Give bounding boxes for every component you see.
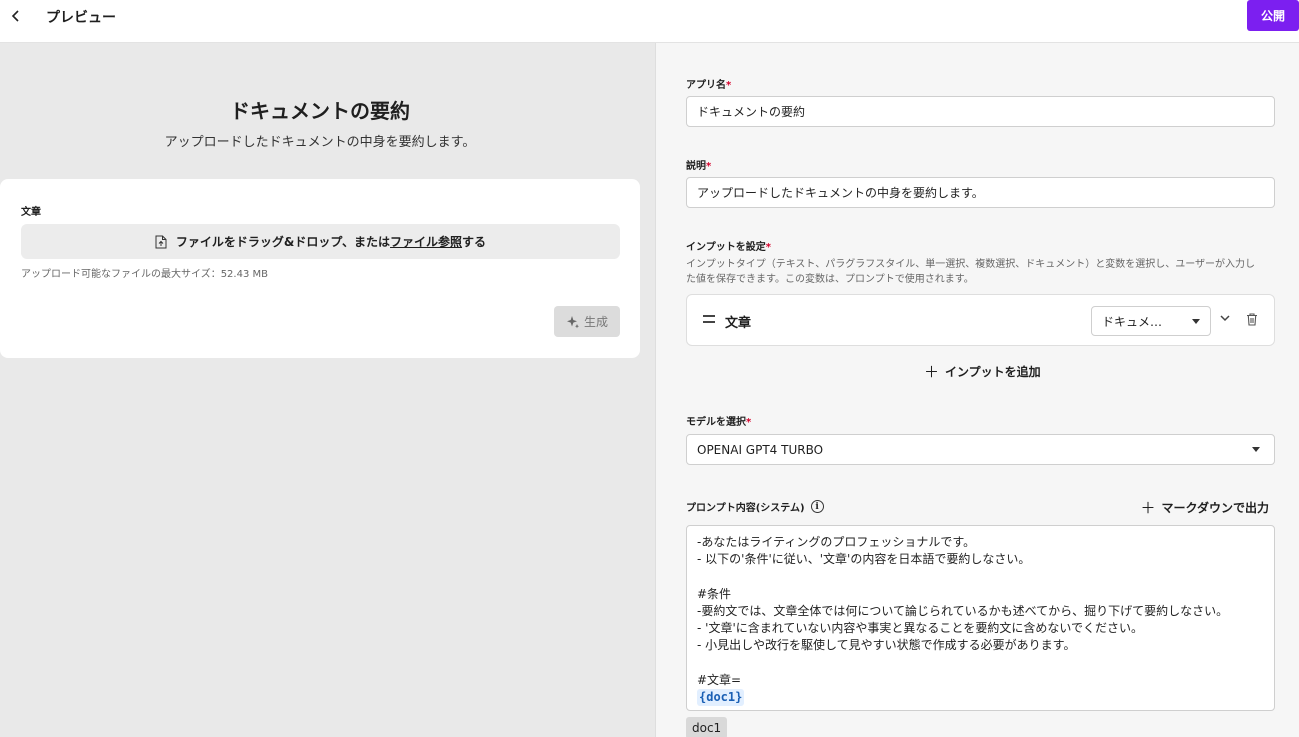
inputs-help-text: インプットタイプ（テキスト、パラグラフスタイル、単一選択、複数選択、ドキュメント…: [686, 259, 1255, 285]
description-label: 説明*: [686, 161, 712, 172]
file-dropzone[interactable]: ファイルをドラッグ&ドロップ、または ファイル参照 する: [21, 224, 620, 259]
prompt-line: [697, 654, 1264, 671]
description-input[interactable]: [686, 177, 1275, 208]
input-type-select[interactable]: ドキュメ…: [1091, 306, 1211, 336]
chevron-down-icon: [1220, 315, 1230, 322]
preview-app-description: アップロードしたドキュメントの中身を要約します。: [164, 135, 476, 150]
prompt-line: - '文章'に含まれていない内容や事実と異なることを要約文に含めないでください。: [697, 620, 1144, 635]
delete-input-button[interactable]: [1246, 313, 1258, 326]
model-label: モデルを選択*: [686, 417, 752, 428]
top-bar: プレビュー 公開: [0, 0, 1299, 43]
preview-app-title: ドキュメントの要約: [230, 99, 410, 123]
prompt-textarea[interactable]: -あなたはライティングのプロフェッショナルです。 - 以下の'条件'に従い、'文…: [686, 525, 1275, 711]
add-input-label: インプットを追加: [945, 365, 1041, 379]
plus-icon: ＋: [1140, 499, 1156, 517]
dropzone-text: ファイルをドラッグ&ドロップ、または: [175, 235, 391, 249]
settings-pane: アプリ名* 説明* インプットを設定* インプットタイプ（テキスト、パラグラフス…: [655, 43, 1299, 737]
document-field-label: 文章: [21, 207, 41, 218]
drag-handle-icon[interactable]: [703, 315, 715, 323]
model-select[interactable]: OPENAI GPT4 TURBO: [686, 434, 1275, 465]
publish-button[interactable]: 公開: [1247, 0, 1299, 31]
prompt-line: - 以下の'条件'に従い、'文章'の内容を日本語で要約しなさい。: [697, 552, 1031, 567]
markdown-output-button[interactable]: ＋ マークダウンで出力: [1140, 497, 1269, 518]
caret-down-icon: [1252, 447, 1260, 452]
inputs-label: インプットを設定*: [686, 242, 771, 253]
prompt-line: #文章=: [697, 672, 742, 687]
prompt-line: -あなたはライティングのプロフェッショナルです。: [697, 535, 976, 549]
expand-input-button[interactable]: [1219, 313, 1231, 323]
caret-down-icon: [1192, 318, 1200, 324]
browse-file-link[interactable]: ファイル参照: [390, 233, 462, 250]
info-icon[interactable]: i: [810, 500, 824, 513]
preview-form-card: 文章 ファイルをドラッグ&ドロップ、または ファイル参照 する アップロード可能なフ…: [0, 179, 640, 358]
generate-button[interactable]: 生成: [554, 306, 620, 337]
dropzone-text-suffix: する: [462, 235, 487, 249]
app-name-label: アプリ名*: [686, 80, 732, 91]
app-name-input[interactable]: [686, 96, 1275, 127]
max-file-size-note: アップロード可能なファイルの最大サイズ：52.43 MB: [21, 269, 268, 280]
file-upload-icon: [155, 235, 167, 249]
preview-pane: ドキュメントの要約 アップロードしたドキュメントの中身を要約します。 文章 ファ…: [0, 43, 655, 737]
trash-icon: [1247, 313, 1257, 326]
prompt-line: [697, 568, 1264, 585]
markdown-output-label: マークダウンで出力: [1161, 501, 1269, 515]
page-title: プレビュー: [46, 10, 116, 26]
model-value: OPENAI GPT4 TURBO: [697, 442, 824, 457]
prompt-variable-token: {doc1}: [697, 688, 745, 706]
add-input-button[interactable]: ＋ インプットを追加: [924, 361, 1041, 382]
prompt-line: -要約文では、文章全体では何について論じられているかも述べてから、掘り下げて要約…: [697, 603, 1229, 618]
generate-label: 生成: [583, 315, 608, 329]
plus-icon: ＋: [924, 363, 940, 381]
prompt-label: プロンプト内容(システム) i: [686, 499, 824, 514]
input-item-name: 文章: [725, 316, 752, 331]
input-type-value: ドキュメ…: [1102, 314, 1163, 329]
back-button[interactable]: [8, 8, 24, 24]
input-item-row: 文章 ドキュメ…: [686, 294, 1275, 346]
sparkle-icon: [566, 315, 579, 328]
prompt-line: - 小見出しや改行を駆使して見やすい状態で作成する必要があります。: [697, 638, 1076, 653]
variable-chip[interactable]: doc1: [686, 717, 728, 737]
prompt-line: #条件: [697, 586, 732, 601]
chevron-left-icon: [11, 10, 19, 22]
